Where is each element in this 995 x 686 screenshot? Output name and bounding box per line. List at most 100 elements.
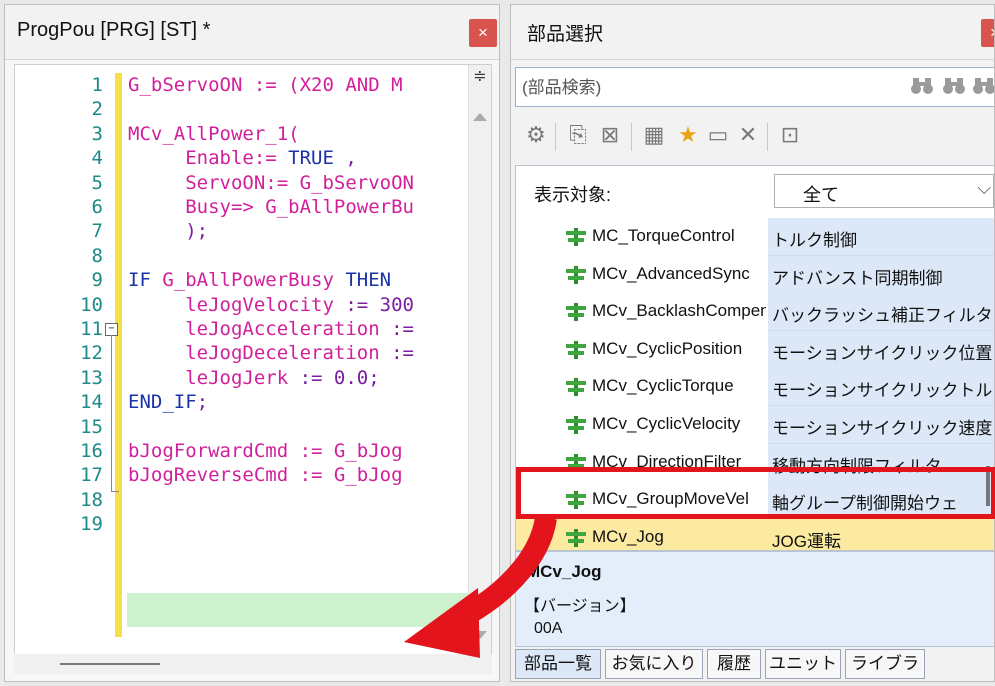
code-token: bJogForwardCmd := G_bJog [128, 440, 403, 462]
line-number: 12 [80, 342, 103, 365]
code-text: ); [128, 219, 208, 243]
code-line[interactable]: 16 bJogForwardCmd := G_bJog [15, 439, 491, 463]
code-token: := [379, 318, 414, 340]
editor-vertical-scrollbar[interactable]: ≑ [468, 65, 491, 657]
favorite-star-icon[interactable]: ★ [675, 123, 701, 149]
function-block-icon [566, 528, 586, 547]
line-number: 9 [91, 269, 103, 292]
settings-icon[interactable]: ⊡ [777, 123, 803, 149]
code-line[interactable]: 7 ); [15, 219, 491, 243]
list-item-description: モーションサイクリック位置 [772, 343, 993, 363]
list-item-description: トルク制御 [772, 231, 857, 250]
list-item[interactable]: MCv_BacklashCompensation バックラッシュ補正フィルタ [516, 293, 994, 332]
list-item-selected[interactable]: MCv_Jog JOG運転 [516, 518, 994, 550]
remove-item-icon[interactable]: ⊠ [597, 123, 623, 149]
tab-3[interactable]: ユニット [765, 649, 841, 679]
split-view-icon[interactable]: ≑ [471, 67, 489, 85]
delete-icon[interactable]: ✕ [735, 123, 761, 149]
line-number: 14 [80, 391, 103, 414]
find-previous-icon[interactable] [940, 76, 968, 101]
editor-close-button[interactable]: × [469, 19, 497, 47]
function-block-icon [566, 340, 586, 359]
code-token: := 0.0; [288, 366, 380, 389]
code-text: Enable:= TRUE , [128, 146, 357, 170]
code-line[interactable]: 3 MCv_AllPower_1( [15, 122, 491, 146]
code-line[interactable]: 12 leJogDeceleration := [15, 341, 491, 365]
code-text: MCv_AllPower_1( [128, 122, 300, 146]
list-item-name-cell: MC_TorqueControl [516, 218, 768, 255]
code-line[interactable]: 13 leJogJerk := 0.0; [15, 366, 491, 390]
code-line[interactable]: 1 G_bServoON := (X20 AND M [15, 73, 491, 97]
parts-close-button[interactable]: × [981, 19, 994, 47]
code-token: TRUE [288, 147, 334, 170]
part-info-panel: MCv_Jog 【バージョン】 00A [515, 551, 994, 647]
list-item-name-cell: MCv_Jog [516, 518, 768, 550]
list-item[interactable]: MCv_AdvancedSync アドバンスト同期制御 [516, 255, 994, 294]
list-item-desc-cell: アドバンスト同期制御 [768, 255, 994, 294]
add-item-icon[interactable]: ⎘ [565, 123, 591, 149]
code-token: , [333, 147, 357, 170]
scroll-down-arrow-icon[interactable] [473, 631, 487, 639]
current-line-highlight [127, 593, 487, 627]
list-item-description: バックラッシュ補正フィルタ [772, 306, 993, 326]
list-item-desc-cell: JOG運転 [768, 518, 994, 550]
code-token: G_bAllPowerBusy [162, 269, 346, 292]
code-line[interactable]: 14 END_IF; [15, 390, 491, 414]
code-token: END_IF [128, 391, 197, 414]
code-line[interactable]: 10 leJogVelocity := 300 [15, 293, 491, 317]
code-line[interactable]: 6 Busy=> G_bAllPowerBu [15, 195, 491, 219]
chevron-down-icon: ⌵ [977, 178, 991, 199]
code-line[interactable]: 19 [15, 512, 491, 536]
library-icon[interactable]: ▦ [641, 123, 667, 149]
code-token: G_bServoON := (X20 AND M [128, 74, 403, 96]
new-folder-icon[interactable]: ▭ [705, 123, 731, 149]
bottom-tab-bar: 部品一覧お気に入り履歴ユニットライブラリ [515, 649, 994, 681]
code-line[interactable]: 17 bJogReverseCmd := G_bJog [15, 463, 491, 487]
list-item[interactable]: MC_TorqueControl トルク制御 [516, 218, 994, 256]
code-line[interactable]: 9 IF G_bAllPowerBusy THEN [15, 268, 491, 292]
code-line[interactable]: 11 leJogAcceleration := [15, 317, 491, 341]
list-item-name-cell: MCv_CyclicVelocity [516, 406, 768, 443]
code-text: IF G_bAllPowerBusy THEN [128, 268, 391, 292]
tab-4[interactable]: ライブラリ [845, 649, 925, 679]
list-item[interactable]: MCv_CyclicTorque モーションサイクリックトルク [516, 368, 994, 407]
properties-icon[interactable]: ⚙ [523, 123, 549, 149]
binoculars-icon[interactable] [908, 76, 936, 101]
list-item-desc-cell: モーションサイクリック速度 [768, 406, 994, 444]
filter-dropdown[interactable]: 全て ⌵ [774, 174, 994, 208]
code-text: ServoON:= G_bServoON [128, 171, 414, 195]
tab-1[interactable]: お気に入り [605, 649, 703, 679]
code-text: leJogAcceleration := [128, 317, 414, 341]
tab-0[interactable]: 部品一覧 [515, 649, 601, 679]
code-token: IF [128, 269, 163, 292]
scroll-up-arrow-icon[interactable] [473, 113, 487, 121]
code-token: ; [196, 391, 209, 414]
line-number: 19 [80, 513, 103, 536]
code-line[interactable]: 15 [15, 415, 491, 439]
code-editor[interactable]: 1 G_bServoON := (X20 AND M 2 3 MCv_AllPower_… [14, 64, 492, 658]
tab-2[interactable]: 履歴 [707, 649, 761, 679]
toolbar-separator [767, 123, 768, 151]
code-line[interactable]: 4 Enable:= TRUE , [15, 146, 491, 170]
list-item-name: MCv_CyclicTorque [592, 376, 734, 396]
toolbar-separator [631, 123, 632, 151]
code-token: bJogReverseCmd := G_bJog [128, 464, 403, 487]
horizontal-scroll-thumb[interactable] [60, 663, 160, 665]
code-line[interactable]: 8 [15, 244, 491, 268]
line-number: 4 [91, 147, 103, 170]
parts-search-input[interactable] [520, 68, 824, 108]
code-token: MCv_AllPower_1( [128, 122, 300, 145]
editor-horizontal-scrollbar[interactable] [14, 654, 492, 674]
code-line[interactable]: 18 [15, 488, 491, 512]
code-line[interactable]: 2 [15, 97, 491, 121]
list-item[interactable]: MCv_CyclicPosition モーションサイクリック位置 [516, 330, 994, 369]
function-block-icon [566, 228, 586, 246]
code-line[interactable]: 5 ServoON:= G_bServoON [15, 171, 491, 195]
list-item[interactable]: MCv_CyclicVelocity モーションサイクリック速度 [516, 406, 994, 444]
list-item-name-cell: MCv_AdvancedSync [516, 256, 768, 293]
find-next-icon[interactable] [970, 76, 994, 101]
editor-titlebar: ProgPou [PRG] [ST] * × [5, 5, 499, 60]
function-block-icon [566, 303, 586, 322]
list-item-desc-cell: モーションサイクリック位置 [768, 330, 994, 369]
code-token: ); [128, 220, 209, 243]
